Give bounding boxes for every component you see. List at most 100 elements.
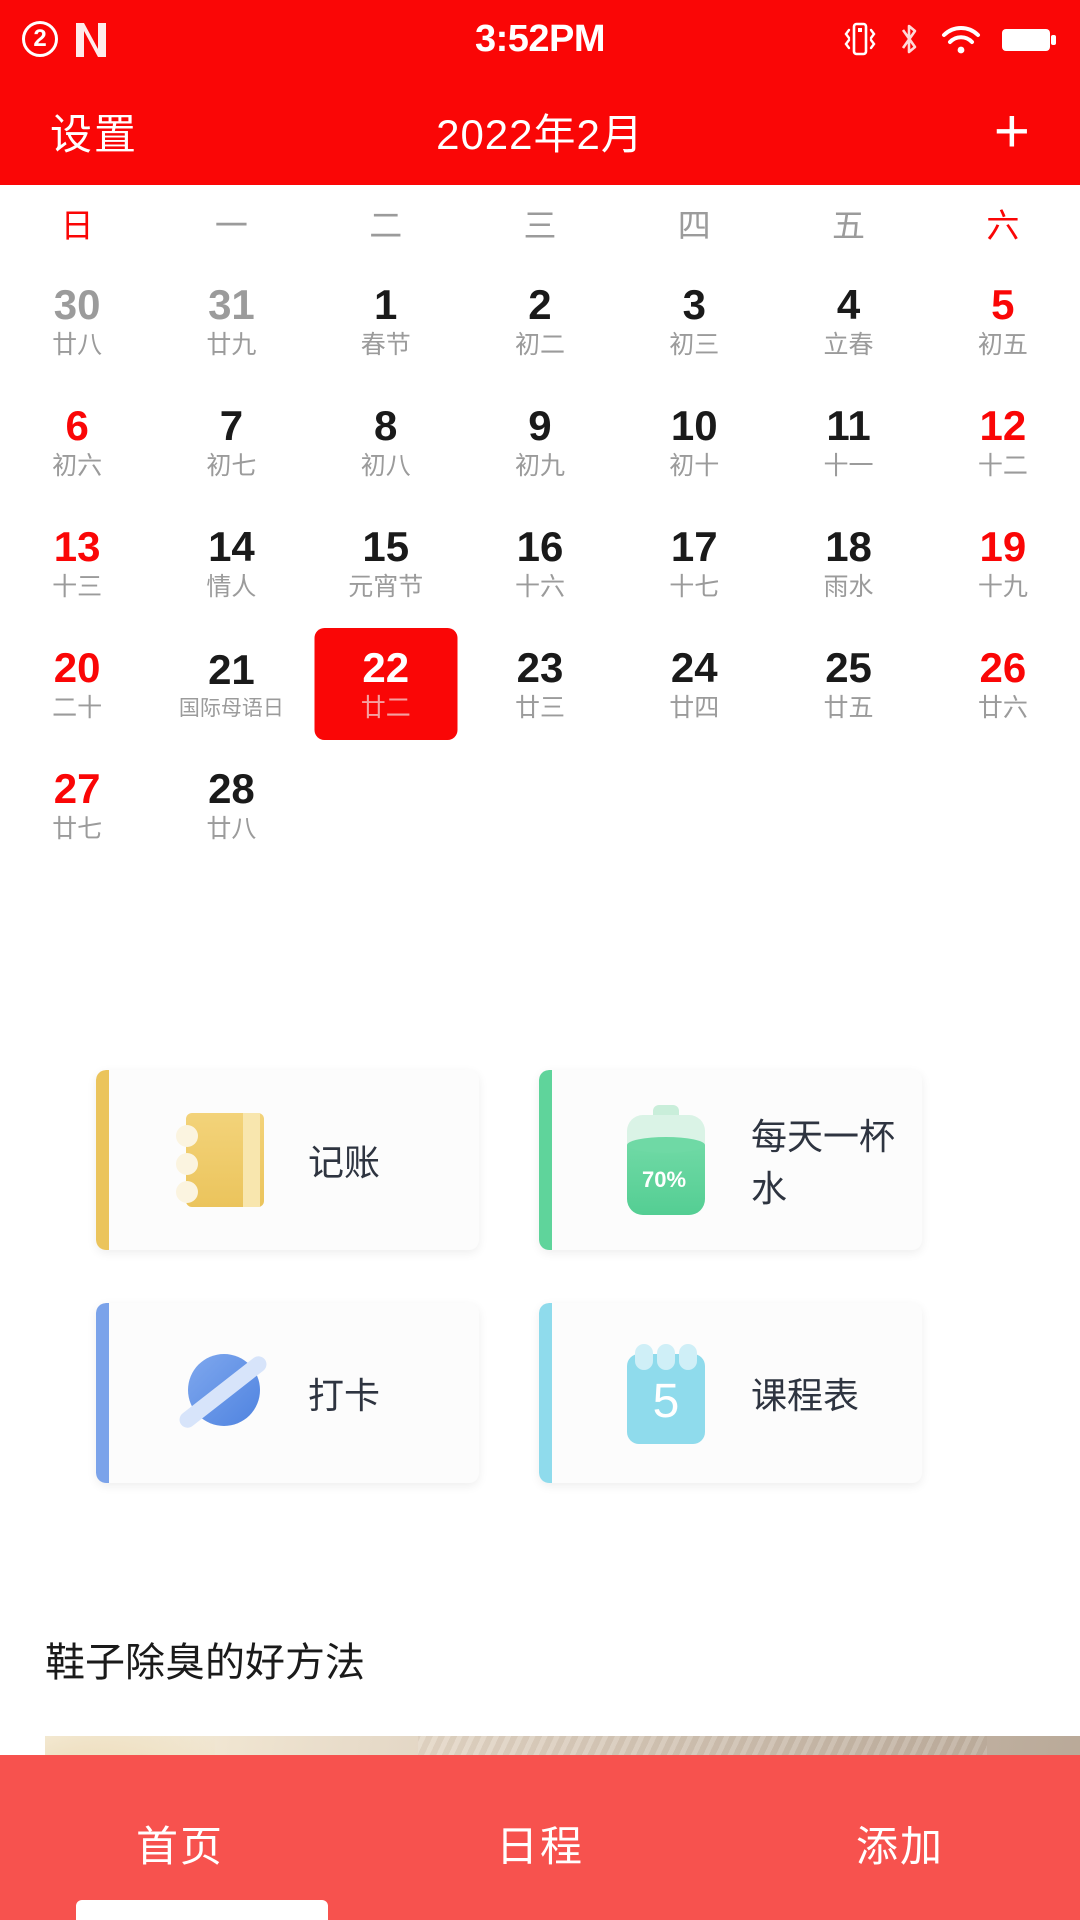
notebook-ring bbox=[176, 1125, 198, 1147]
calendar-day-cell[interactable]: 3 初三 bbox=[617, 260, 771, 381]
day-lunar-label: 元宵节 bbox=[348, 573, 424, 602]
day-lunar-label: 廿四 bbox=[669, 694, 720, 723]
calendar-day-cell[interactable]: 6 初六 bbox=[0, 381, 154, 502]
day-number: 23 bbox=[516, 643, 564, 691]
calendar-day-cell[interactable]: 8 初八 bbox=[309, 381, 463, 502]
widget-card[interactable]: 打卡 bbox=[96, 1303, 479, 1483]
calendar-day-cell[interactable]: 15 元宵节 bbox=[309, 502, 463, 623]
calendar-day-cell[interactable]: 25 廿五 bbox=[771, 623, 925, 744]
widget-card[interactable]: 70% 每天一杯水 bbox=[539, 1070, 922, 1250]
day-lunar-label: 十二 bbox=[977, 452, 1028, 481]
day-lunar-label: 初七 bbox=[206, 452, 257, 481]
day-lunar-label: 十六 bbox=[514, 573, 565, 602]
bottom-navigation-bar: 首页 日程 添加 bbox=[0, 1755, 1080, 1920]
calendar-day-cell[interactable]: 10 初十 bbox=[617, 381, 771, 502]
calendar-day-cell[interactable]: 9 初九 bbox=[463, 381, 617, 502]
calendar-day-cell[interactable]: 26 廿六 bbox=[926, 623, 1080, 744]
bottom-nav-item-0[interactable]: 首页 bbox=[0, 1755, 360, 1874]
app-root: 2 3:52PM 设置 2022年2月 + 日 一 二 三 四 五 六 30 廿… bbox=[0, 0, 1080, 1920]
add-event-button[interactable]: + bbox=[994, 100, 1030, 163]
day-number: 10 bbox=[670, 401, 718, 449]
calendar-day-cell[interactable]: 1 春节 bbox=[309, 260, 463, 381]
day-number: 15 bbox=[362, 522, 410, 570]
calendar-day-cell[interactable]: 4 立春 bbox=[771, 260, 925, 381]
widget-card[interactable]: 5 课程表 bbox=[539, 1303, 922, 1483]
calendar-day-cell[interactable]: 5 初五 bbox=[926, 260, 1080, 381]
calendar-week-row: 6 初六 7 初七 8 初八 9 初九 10 初十 11 十一 12 十二 bbox=[0, 381, 1080, 502]
calendar-day-cell[interactable]: 2 初二 bbox=[463, 260, 617, 381]
day-number: 20 bbox=[53, 643, 101, 691]
day-number: 18 bbox=[825, 522, 872, 570]
calendar-week-row: 20 二十 21 国际母语日 22 廿二 23 廿三 24 廿四 25 廿五 26 廿六 bbox=[0, 623, 1080, 744]
weekday-header-cell: 三 bbox=[523, 206, 557, 244]
wifi-icon bbox=[940, 19, 982, 59]
status-bar-right bbox=[842, 19, 1058, 59]
day-lunar-label: 情人 bbox=[206, 573, 257, 602]
day-number: 3 bbox=[682, 280, 706, 328]
day-lunar-label: 十一 bbox=[823, 452, 874, 481]
widget-card-label: 记账 bbox=[308, 1142, 381, 1183]
calendar-day-cell[interactable]: 22 廿二 bbox=[309, 623, 463, 744]
day-number: 25 bbox=[825, 643, 872, 691]
calendar-day-cell[interactable]: 13 十三 bbox=[0, 502, 154, 623]
calendar-day-empty bbox=[309, 744, 463, 865]
bottom-nav-item-1[interactable]: 日程 bbox=[360, 1755, 720, 1874]
calendar-day-cell[interactable]: 16 十六 bbox=[463, 502, 617, 623]
bluetooth-icon bbox=[896, 19, 922, 59]
calendar-day-cell[interactable]: 21 国际母语日 bbox=[154, 623, 308, 744]
calendar-week-row: 13 十三 14 情人 15 元宵节 16 十六 17 十七 18 雨水 19 十九 bbox=[0, 502, 1080, 623]
day-lunar-label: 初十 bbox=[669, 452, 720, 481]
notebook-ring bbox=[176, 1153, 198, 1175]
home-indicator bbox=[76, 1900, 328, 1920]
weekday-header-cell: 四 bbox=[677, 206, 711, 244]
calendar-day-cell[interactable]: 20 二十 bbox=[0, 623, 154, 744]
calendar-pin bbox=[635, 1344, 653, 1370]
day-lunar-label: 十三 bbox=[52, 573, 103, 602]
calendar-day-cell[interactable]: 31 廿九 bbox=[154, 260, 308, 381]
day-lunar-label: 廿七 bbox=[52, 815, 103, 844]
calendar-day-cell[interactable]: 11 十一 bbox=[771, 381, 925, 502]
page-title: 2022年2月 bbox=[436, 111, 644, 158]
calendar-day-cell[interactable]: 19 十九 bbox=[926, 502, 1080, 623]
day-lunar-label: 国际母语日 bbox=[178, 697, 284, 721]
day-number: 6 bbox=[65, 401, 89, 449]
widget-card[interactable]: 记账 bbox=[96, 1070, 479, 1250]
day-lunar-label: 春节 bbox=[360, 331, 411, 360]
calendar-day-empty bbox=[463, 744, 617, 865]
planet-icon bbox=[172, 1338, 270, 1448]
calendar-day-icon: 5 bbox=[615, 1338, 713, 1448]
notebook-bookmark bbox=[243, 1113, 260, 1207]
day-number: 31 bbox=[208, 280, 255, 328]
weekday-header-cell: 五 bbox=[832, 206, 866, 244]
bottom-nav-item-2[interactable]: 添加 bbox=[720, 1755, 1080, 1874]
calendar-day-cell[interactable]: 27 廿七 bbox=[0, 744, 154, 865]
calendar-day-cell[interactable]: 23 廿三 bbox=[463, 623, 617, 744]
day-number: 4 bbox=[836, 280, 861, 328]
calendar-pin bbox=[657, 1344, 675, 1370]
day-number: 9 bbox=[528, 401, 552, 449]
calendar-day-cell[interactable]: 28 廿八 bbox=[154, 744, 308, 865]
calendar-day-cell[interactable]: 18 雨水 bbox=[771, 502, 925, 623]
calendar-day-cell[interactable]: 12 十二 bbox=[926, 381, 1080, 502]
day-lunar-label: 廿二 bbox=[360, 694, 411, 723]
weekday-header-cell: 六 bbox=[986, 206, 1020, 244]
calendar-week-row: 27 廿七 28 廿八 bbox=[0, 744, 1080, 865]
weekday-header-cell: 一 bbox=[214, 206, 248, 244]
day-number: 1 bbox=[374, 280, 398, 328]
calendar: 日 一 二 三 四 五 六 30 廿八 31 廿九 1 春节 2 初二 3 初三 4 立春 5 初五 6 初六 7 初七 8 初八… bbox=[0, 185, 1080, 865]
day-number: 7 bbox=[219, 401, 244, 449]
day-number: 16 bbox=[516, 522, 564, 570]
calendar-day-cell[interactable]: 14 情人 bbox=[154, 502, 308, 623]
day-lunar-label: 初九 bbox=[514, 452, 565, 481]
day-lunar-label: 初五 bbox=[977, 331, 1028, 360]
day-number: 11 bbox=[826, 401, 871, 449]
calendar-day-cell[interactable]: 17 十七 bbox=[617, 502, 771, 623]
day-number: 27 bbox=[53, 764, 101, 812]
widget-card-accent-bar bbox=[539, 1070, 552, 1250]
calendar-day-cell[interactable]: 24 廿四 bbox=[617, 623, 771, 744]
calendar-day-cell[interactable]: 7 初七 bbox=[154, 381, 308, 502]
calendar-day-cell[interactable]: 30 廿八 bbox=[0, 260, 154, 381]
calendar-pin bbox=[679, 1344, 697, 1370]
calendar-day-number: 5 bbox=[652, 1375, 680, 1428]
app-header: 设置 2022年2月 + bbox=[0, 78, 1080, 185]
